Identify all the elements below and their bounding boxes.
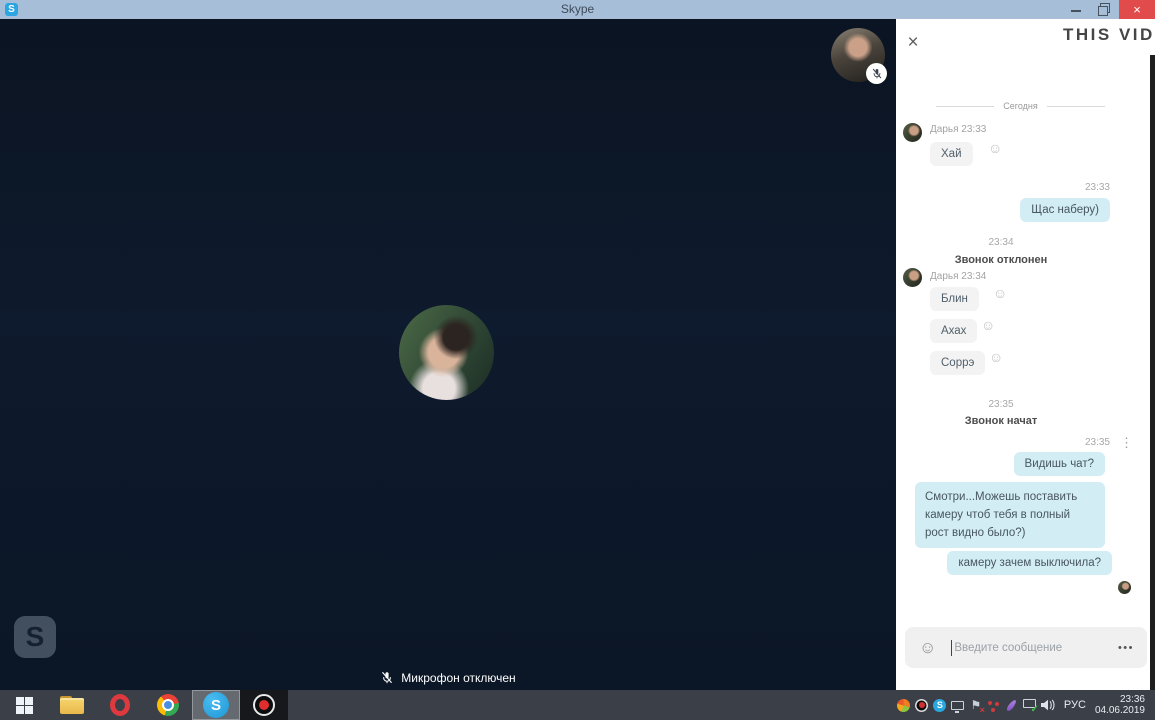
message-input[interactable]	[952, 641, 1118, 654]
add-reaction-icon[interactable]: ☺	[993, 286, 1007, 300]
language-indicator[interactable]: РУС	[1064, 699, 1086, 711]
clock[interactable]: 23:36 04.06.2019	[1095, 694, 1145, 716]
chat-scrollbar[interactable]	[1150, 55, 1155, 690]
emoji-picker-icon[interactable]: ☺	[919, 639, 936, 656]
taskbar: S S ⚑ × ✓ РУС 23:36 04.06.2019	[0, 690, 1155, 720]
mic-muted-status: Микрофон отключен	[0, 670, 896, 685]
message-timestamp: 23:34	[988, 237, 1014, 248]
muted-badge	[866, 63, 887, 84]
message-bubble-outgoing: камеру зачем выключила?	[947, 551, 1112, 575]
add-reaction-icon[interactable]: ☺	[988, 141, 1002, 155]
call-stage: S Микрофон отключен	[0, 19, 896, 690]
message-timestamp: 23:35	[1084, 437, 1110, 448]
message-bubble-incoming: Блин	[930, 287, 979, 311]
tray-volume-icon[interactable]	[1039, 690, 1057, 720]
taskbar-opera-button[interactable]	[96, 690, 144, 720]
taskbar-skype-button[interactable]: S	[192, 690, 240, 720]
microphone-off-icon	[872, 68, 881, 79]
tray-feather-icon[interactable]	[1003, 690, 1021, 720]
message-sender-header: Дарья 23:33	[930, 124, 987, 135]
tray-skype-icon[interactable]: S	[931, 690, 949, 720]
chat-panel: × THIS VID Сегодня Дарья 23:33 Хай ☺ 23:…	[896, 19, 1155, 690]
window-title: Skype	[560, 2, 595, 16]
microphone-off-icon	[382, 671, 393, 684]
tray-molecule-icon[interactable]	[985, 690, 1003, 720]
speaker-icon	[1040, 699, 1055, 711]
message-bubble-incoming: Ахах	[930, 319, 978, 343]
message-bubble-outgoing: Щас наберу)	[1020, 198, 1110, 222]
system-message-call-declined: Звонок отклонен	[954, 254, 1048, 266]
avatar-daria[interactable]	[903, 268, 922, 287]
add-reaction-icon[interactable]: ☺	[981, 318, 995, 332]
taskbar-file-explorer-button[interactable]	[48, 690, 96, 720]
tray-network-icon[interactable]: ✓	[1021, 690, 1039, 720]
chrome-icon	[157, 694, 179, 716]
read-receipt-avatar	[1118, 581, 1131, 594]
titlebar: S Skype ×	[0, 0, 1155, 19]
message-timestamp: 23:33	[1084, 182, 1110, 193]
avatar-daria[interactable]	[903, 123, 922, 142]
divider-line	[1046, 105, 1105, 107]
system-message-call-started: Звонок начат	[964, 415, 1038, 427]
skype-icon: S	[203, 692, 229, 718]
tray-flag-icon[interactable]: ⚑ ×	[967, 690, 985, 720]
screen: S Skype × S Микрофон отключен × THIS VID…	[0, 0, 1155, 720]
message-bubble-outgoing: Смотри...Можешь поставить камеру чтоб те…	[915, 482, 1105, 548]
message-sender-header: Дарья 23:34	[930, 271, 987, 282]
mic-muted-label: Микрофон отключен	[401, 670, 516, 685]
minimize-button[interactable]	[1065, 0, 1087, 19]
video-watermark: THIS VID	[1063, 25, 1155, 44]
message-bubble-outgoing: Видишь чат?	[1013, 452, 1105, 476]
date-divider: Сегодня	[896, 101, 1145, 111]
message-composer: ☺ •••	[905, 627, 1147, 668]
tray-antivirus-icon[interactable]	[895, 690, 913, 720]
start-button[interactable]	[0, 690, 48, 720]
more-options-icon[interactable]: •••	[1118, 642, 1134, 654]
close-window-button[interactable]: ×	[1119, 0, 1155, 19]
clock-time: 23:36	[1119, 694, 1145, 705]
taskbar-screen-recorder-button[interactable]	[240, 690, 288, 720]
divider-line	[936, 105, 995, 107]
close-chat-icon[interactable]: ×	[902, 32, 924, 54]
file-explorer-icon	[60, 696, 84, 714]
tray-display-icon[interactable]	[949, 690, 967, 720]
windows-logo-icon	[15, 696, 33, 714]
system-tray: S ⚑ × ✓ РУС 23:36 04.06.2019	[895, 690, 1155, 720]
message-bubble-incoming: Хай	[930, 142, 973, 166]
message-timestamp: 23:35	[988, 399, 1014, 410]
message-options-icon[interactable]: ⋮	[1120, 436, 1133, 449]
record-icon	[253, 694, 275, 716]
clock-date: 04.06.2019	[1094, 705, 1145, 716]
peer-avatar	[399, 305, 494, 400]
tray-recorder-icon[interactable]	[913, 690, 931, 720]
opera-icon	[110, 694, 130, 716]
maximize-button[interactable]	[1093, 0, 1115, 19]
message-bubble-incoming: Соррэ	[930, 351, 986, 375]
self-view-avatar[interactable]	[831, 28, 887, 84]
taskbar-chrome-button[interactable]	[144, 690, 192, 720]
date-divider-label: Сегодня	[1003, 101, 1038, 111]
add-reaction-icon[interactable]: ☺	[989, 350, 1003, 364]
skype-logo-watermark: S	[14, 616, 56, 658]
